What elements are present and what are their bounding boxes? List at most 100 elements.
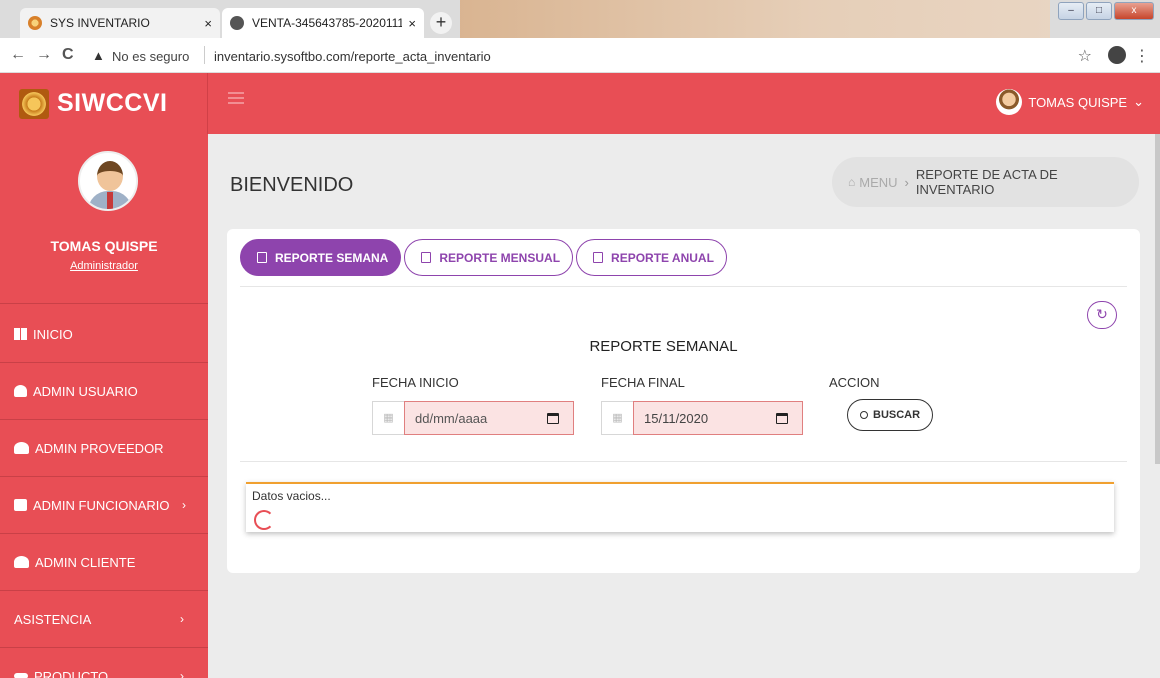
- file-pdf-icon: [257, 252, 267, 263]
- tab-reporte-anual[interactable]: REPORTE ANUAL: [576, 239, 727, 276]
- fecha-inicio-label: FECHA INICIO: [372, 375, 459, 390]
- browser-tab-venta[interactable]: VENTA-345643785-20201115_19 ×: [222, 8, 424, 38]
- sidebar: TOMAS QUISPE Administrador INICIO ADMIN …: [0, 134, 208, 678]
- tab-close-icon[interactable]: ×: [204, 16, 212, 31]
- loading-spinner-icon: [254, 510, 274, 530]
- buscar-button[interactable]: BUSCAR: [847, 399, 934, 431]
- tab-reporte-mensual[interactable]: REPORTE MENSUAL: [404, 239, 574, 276]
- date-picker-icon[interactable]: [776, 413, 788, 424]
- brand-name: SIWCCVI: [57, 89, 168, 117]
- favicon-icon: [28, 16, 42, 30]
- avatar: [996, 89, 1023, 115]
- tab-close-icon[interactable]: ×: [408, 16, 416, 31]
- fecha-final-value: 15/11/2020: [644, 410, 709, 426]
- refresh-button[interactable]: ↻: [1087, 301, 1117, 329]
- forward-button[interactable]: →: [36, 46, 52, 64]
- sidebar-item-label: ADMIN USUARIO: [33, 383, 138, 399]
- calendar-icon: ▦: [372, 401, 404, 435]
- url-input[interactable]: inventario.sysoftbo.com/reporte_acta_inv…: [214, 49, 491, 64]
- grid-icon: [14, 328, 27, 340]
- user-plus-icon: [14, 556, 29, 568]
- chevron-right-icon: ›: [182, 498, 186, 512]
- breadcrumb-current: REPORTE DE ACTA DE INVENTARIO: [915, 167, 1058, 197]
- scrollbar[interactable]: [1155, 134, 1160, 464]
- brand-logo-icon: [19, 88, 49, 119]
- file-pdf-icon: [421, 252, 432, 263]
- hamburger-menu-icon[interactable]: [228, 92, 244, 104]
- sidebar-item-inicio[interactable]: INICIO: [0, 306, 208, 363]
- tab-reporte-semana[interactable]: REPORTE SEMANA: [240, 239, 402, 276]
- sidebar-item-admin-cliente[interactable]: ADMIN CLIENTE: [0, 534, 208, 591]
- report-tabs: REPORTE SEMANA REPORTE MENSUAL REPORTE A…: [240, 239, 730, 276]
- tab-bar-background: [460, 0, 1050, 38]
- page-title: BIENVENIDO: [230, 174, 354, 196]
- result-panel: Datos vacios...: [246, 482, 1114, 532]
- new-tab-button[interactable]: +: [430, 12, 452, 34]
- breadcrumb-separator: ›: [904, 174, 909, 190]
- breadcrumb-root-link[interactable]: MENU: [859, 175, 897, 190]
- search-icon: [860, 411, 868, 419]
- accion-label: ACCION: [829, 375, 880, 390]
- security-status[interactable]: No es seguro: [112, 49, 189, 64]
- chevron-right-icon: ›: [180, 612, 184, 626]
- profile-avatar: [78, 151, 138, 211]
- fecha-final-group: ▦ 15/11/2020: [601, 401, 803, 435]
- briefcase-icon: [14, 499, 27, 511]
- fecha-final-input[interactable]: 15/11/2020: [633, 401, 803, 435]
- home-icon: ⌂: [848, 175, 856, 189]
- sidebar-item-label: PRODUCTO: [34, 668, 109, 678]
- breadcrumb: ⌂ MENU › REPORTE DE ACTA DE INVENTARIO: [832, 157, 1139, 207]
- tab-label: REPORTE MENSUAL: [439, 250, 561, 265]
- fecha-inicio-input[interactable]: dd/mm/aaaa: [404, 401, 574, 435]
- fecha-final-label: FECHA FINAL: [601, 375, 685, 390]
- sidebar-item-label: ADMIN CLIENTE: [35, 554, 136, 570]
- chevron-right-icon: ›: [180, 669, 184, 678]
- tab-label: REPORTE ANUAL: [611, 250, 714, 265]
- report-card: REPORTE SEMANA REPORTE MENSUAL REPORTE A…: [227, 229, 1140, 573]
- sidebar-item-asistencia[interactable]: ASISTENCIA ›: [0, 591, 208, 648]
- sidebar-item-admin-proveedor[interactable]: ADMIN PROVEEDOR: [0, 420, 208, 477]
- sidebar-item-label: ADMIN FUNCIONARIO: [33, 497, 170, 513]
- fecha-inicio-group: ▦ dd/mm/aaaa: [372, 401, 574, 435]
- maximize-button[interactable]: □: [1086, 2, 1112, 20]
- back-button[interactable]: ←: [10, 46, 26, 64]
- profile-role-link[interactable]: Administrador: [0, 260, 208, 272]
- sidebar-item-admin-usuario[interactable]: ADMIN USUARIO: [0, 363, 208, 420]
- minimize-button[interactable]: –: [1058, 2, 1084, 20]
- address-bar: ← → C ▲ No es seguro inventario.sysoftbo…: [0, 38, 1160, 73]
- key-icon: [14, 673, 28, 678]
- user-menu[interactable]: TOMAS QUISPE ⌄: [996, 89, 1144, 115]
- sidebar-item-label: ADMIN PROVEEDOR: [35, 440, 164, 456]
- browser-menu-icon[interactable]: ⋮: [1134, 46, 1150, 66]
- empty-data-message: Datos vacios...: [252, 489, 331, 503]
- user-name: TOMAS QUISPE: [1028, 94, 1128, 110]
- fecha-inicio-placeholder: dd/mm/aaaa: [415, 410, 488, 426]
- globe-icon: [230, 16, 244, 30]
- main-content: BIENVENIDO ⌂ MENU › REPORTE DE ACTA DE I…: [208, 134, 1160, 678]
- date-picker-icon[interactable]: [547, 413, 559, 424]
- close-window-button[interactable]: x: [1114, 2, 1154, 20]
- account-icon[interactable]: [1108, 46, 1126, 64]
- sidebar-item-label: INICIO: [33, 326, 73, 342]
- warning-icon[interactable]: ▲: [92, 48, 105, 63]
- bookmark-star-icon[interactable]: ☆: [1078, 46, 1092, 66]
- divider: [240, 286, 1127, 287]
- window-controls: – □ x: [1056, 2, 1154, 20]
- browser-tab-sys-inventario[interactable]: SYS INVENTARIO ×: [20, 8, 220, 38]
- tab-title: SYS INVENTARIO: [50, 16, 150, 30]
- sidebar-menu: INICIO ADMIN USUARIO ADMIN PROVEEDOR ADM…: [0, 306, 208, 678]
- app-header: SIWCCVI TOMAS QUISPE ⌄: [0, 73, 1160, 134]
- reload-button[interactable]: C: [62, 46, 74, 64]
- sidebar-item-admin-funcionario[interactable]: ADMIN FUNCIONARIO ›: [0, 477, 208, 534]
- brand[interactable]: SIWCCVI: [0, 73, 208, 134]
- users-icon: [14, 442, 29, 454]
- calendar-icon: ▦: [601, 401, 633, 435]
- sidebar-profile: TOMAS QUISPE Administrador: [0, 134, 208, 304]
- report-title: REPORTE SEMANAL: [589, 338, 738, 355]
- tab-title: VENTA-345643785-20201115_19: [252, 16, 403, 30]
- profile-name: TOMAS QUISPE: [50, 238, 158, 254]
- url-divider: [204, 46, 205, 64]
- buscar-label: BUSCAR: [873, 409, 921, 421]
- sidebar-item-producto[interactable]: PRODUCTO ›: [0, 648, 208, 678]
- file-pdf-icon: [593, 252, 604, 263]
